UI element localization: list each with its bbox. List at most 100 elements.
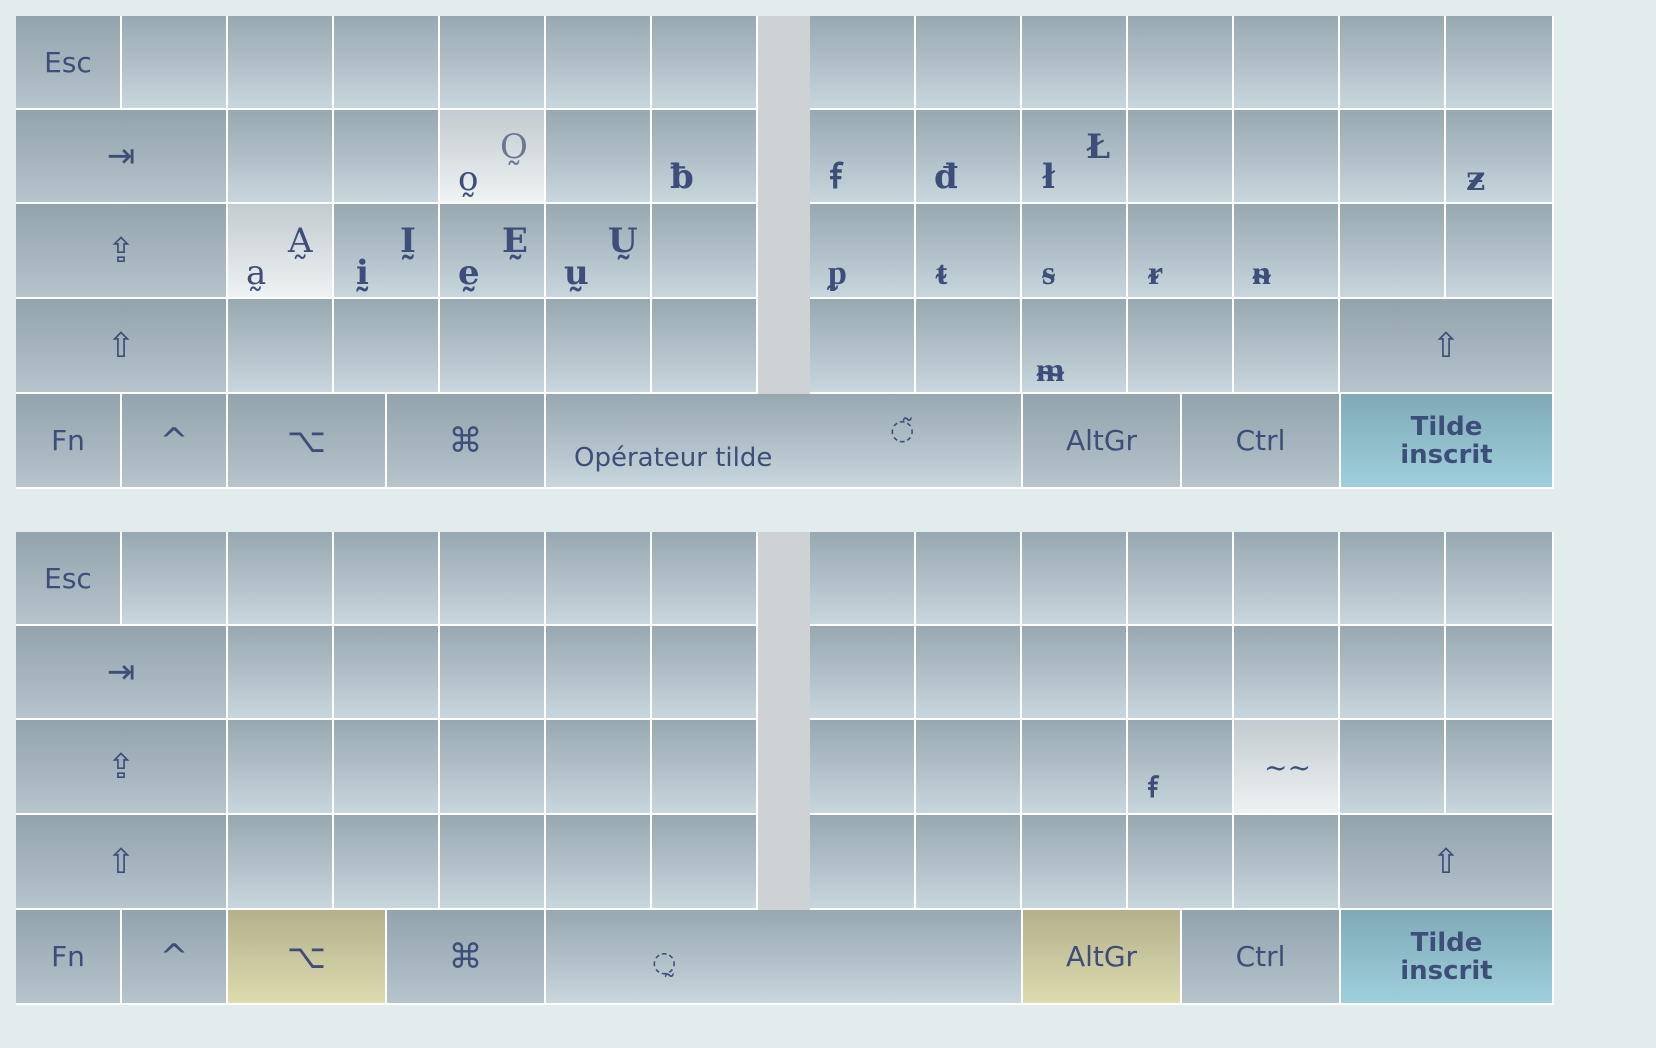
key-option[interactable]: ⌥: [228, 910, 387, 1005]
key-t[interactable]: ᵵ: [916, 204, 1022, 299]
key-r3-1[interactable]: [228, 720, 334, 815]
key-command[interactable]: ⌘: [387, 394, 546, 489]
key-r2-12[interactable]: [1340, 110, 1446, 204]
key-r4-4[interactable]: [546, 299, 652, 394]
key-r2-7[interactable]: [916, 626, 1022, 720]
key-shift-left[interactable]: ⇧: [16, 815, 228, 910]
key-tab[interactable]: ⇥: [16, 626, 228, 720]
key-r2-8[interactable]: [1022, 626, 1128, 720]
key-r1-5[interactable]: [546, 532, 652, 626]
key-r4-7[interactable]: [916, 299, 1022, 394]
key-r4-7[interactable]: [916, 815, 1022, 910]
key-r2-6[interactable]: [810, 626, 916, 720]
key-esc[interactable]: Esc: [16, 532, 122, 626]
key-r4-5[interactable]: [652, 299, 758, 394]
key-r2-9[interactable]: [1128, 626, 1234, 720]
key-space[interactable]: ◌̰: [546, 910, 1023, 1005]
key-r1-3[interactable]: [334, 16, 440, 110]
key-r1-5[interactable]: [546, 16, 652, 110]
key-tilde[interactable]: ~~: [1234, 720, 1340, 815]
key-r3-13[interactable]: [1446, 720, 1554, 815]
key-r1-12[interactable]: [1340, 16, 1446, 110]
key-r[interactable]: ᵲ: [1128, 204, 1234, 299]
key-r4-2[interactable]: [334, 299, 440, 394]
key-r1-7[interactable]: [810, 16, 916, 110]
key-r4-6[interactable]: [810, 299, 916, 394]
key-r1-1[interactable]: [122, 16, 228, 110]
key-r1-8[interactable]: [916, 532, 1022, 626]
key-r1-7[interactable]: [810, 532, 916, 626]
key-r1-13[interactable]: [1446, 532, 1554, 626]
key-ctrl[interactable]: Ctrl: [1182, 394, 1341, 489]
key-r2-12[interactable]: [1446, 626, 1554, 720]
key-r1-9[interactable]: [1022, 16, 1128, 110]
key-r4-6[interactable]: [810, 815, 916, 910]
key-r2-2[interactable]: [334, 110, 440, 204]
key-r4-9[interactable]: [1128, 815, 1234, 910]
key-r1-10[interactable]: [1128, 532, 1234, 626]
key-p[interactable]: ᵱ: [810, 204, 916, 299]
key-r3-6[interactable]: [810, 720, 916, 815]
key-r3-12[interactable]: [1340, 204, 1446, 299]
key-r2-2[interactable]: [334, 626, 440, 720]
key-esc[interactable]: Esc: [16, 16, 122, 110]
key-a[interactable]: a̰ A̰: [228, 204, 334, 299]
key-shift-right[interactable]: ⇧: [1340, 299, 1554, 394]
key-r4-1[interactable]: [228, 299, 334, 394]
key-fn[interactable]: Fn: [16, 394, 122, 489]
key-u[interactable]: ṵ Ṵ: [546, 204, 652, 299]
key-r1-6[interactable]: [652, 16, 758, 110]
key-tab[interactable]: ⇥: [16, 110, 228, 204]
key-ctrl-caret[interactable]: ^: [122, 394, 228, 489]
key-r1-2[interactable]: [228, 532, 334, 626]
key-caps[interactable]: ⇪: [16, 204, 228, 299]
key-r3-7[interactable]: [916, 720, 1022, 815]
key-altgr[interactable]: AltGr: [1023, 910, 1182, 1005]
key-r3-13[interactable]: [1446, 204, 1554, 299]
key-f[interactable]: ꞙ: [1128, 720, 1234, 815]
key-shift-right[interactable]: ⇧: [1340, 815, 1554, 910]
key-altgr[interactable]: AltGr: [1023, 394, 1182, 489]
key-fn[interactable]: Fn: [16, 910, 122, 1005]
key-r4-3[interactable]: [440, 815, 546, 910]
key-r4-4[interactable]: [546, 815, 652, 910]
key-r4-8[interactable]: [1022, 815, 1128, 910]
key-r4-2[interactable]: [334, 815, 440, 910]
key-r1-11[interactable]: [1234, 532, 1340, 626]
key-l[interactable]: ł Ł: [1022, 110, 1128, 204]
key-tilde-inscrit[interactable]: Tilde inscrit: [1341, 394, 1554, 489]
key-shift-left[interactable]: ⇧: [16, 299, 228, 394]
key-n[interactable]: ᵰ: [1234, 204, 1340, 299]
key-r1-6[interactable]: [652, 532, 758, 626]
key-r1-3[interactable]: [334, 532, 440, 626]
key-r2-5[interactable]: [652, 626, 758, 720]
key-r3-2[interactable]: [334, 720, 440, 815]
key-r2-11[interactable]: [1234, 110, 1340, 204]
key-r3-12[interactable]: [1340, 720, 1446, 815]
key-r4-10[interactable]: [1234, 815, 1340, 910]
key-space[interactable]: Opérateur tilde ◌̃: [546, 394, 1023, 489]
key-r4-10[interactable]: [1234, 299, 1340, 394]
key-r4-1[interactable]: [228, 815, 334, 910]
key-r1-4[interactable]: [440, 532, 546, 626]
key-r2-1[interactable]: [228, 626, 334, 720]
key-r1-9[interactable]: [1022, 532, 1128, 626]
key-ctrl-caret[interactable]: ^: [122, 910, 228, 1005]
key-r1-11[interactable]: [1234, 16, 1340, 110]
key-r3-6[interactable]: [652, 204, 758, 299]
key-r4-3[interactable]: [440, 299, 546, 394]
key-r4-5[interactable]: [652, 815, 758, 910]
key-r1-2[interactable]: [228, 16, 334, 110]
key-r2-4[interactable]: [546, 626, 652, 720]
key-r2-3[interactable]: [440, 626, 546, 720]
key-ctrl[interactable]: Ctrl: [1182, 910, 1341, 1005]
key-r1-1[interactable]: [122, 532, 228, 626]
key-r3-4[interactable]: [546, 720, 652, 815]
key-r1-13[interactable]: [1446, 16, 1554, 110]
key-i[interactable]: ḭ Ḭ: [334, 204, 440, 299]
key-r2-4[interactable]: [546, 110, 652, 204]
key-o[interactable]: o̰ O̰: [440, 110, 546, 204]
key-r1-8[interactable]: [916, 16, 1022, 110]
key-f[interactable]: ꞙ: [810, 110, 916, 204]
key-r3-3[interactable]: [440, 720, 546, 815]
